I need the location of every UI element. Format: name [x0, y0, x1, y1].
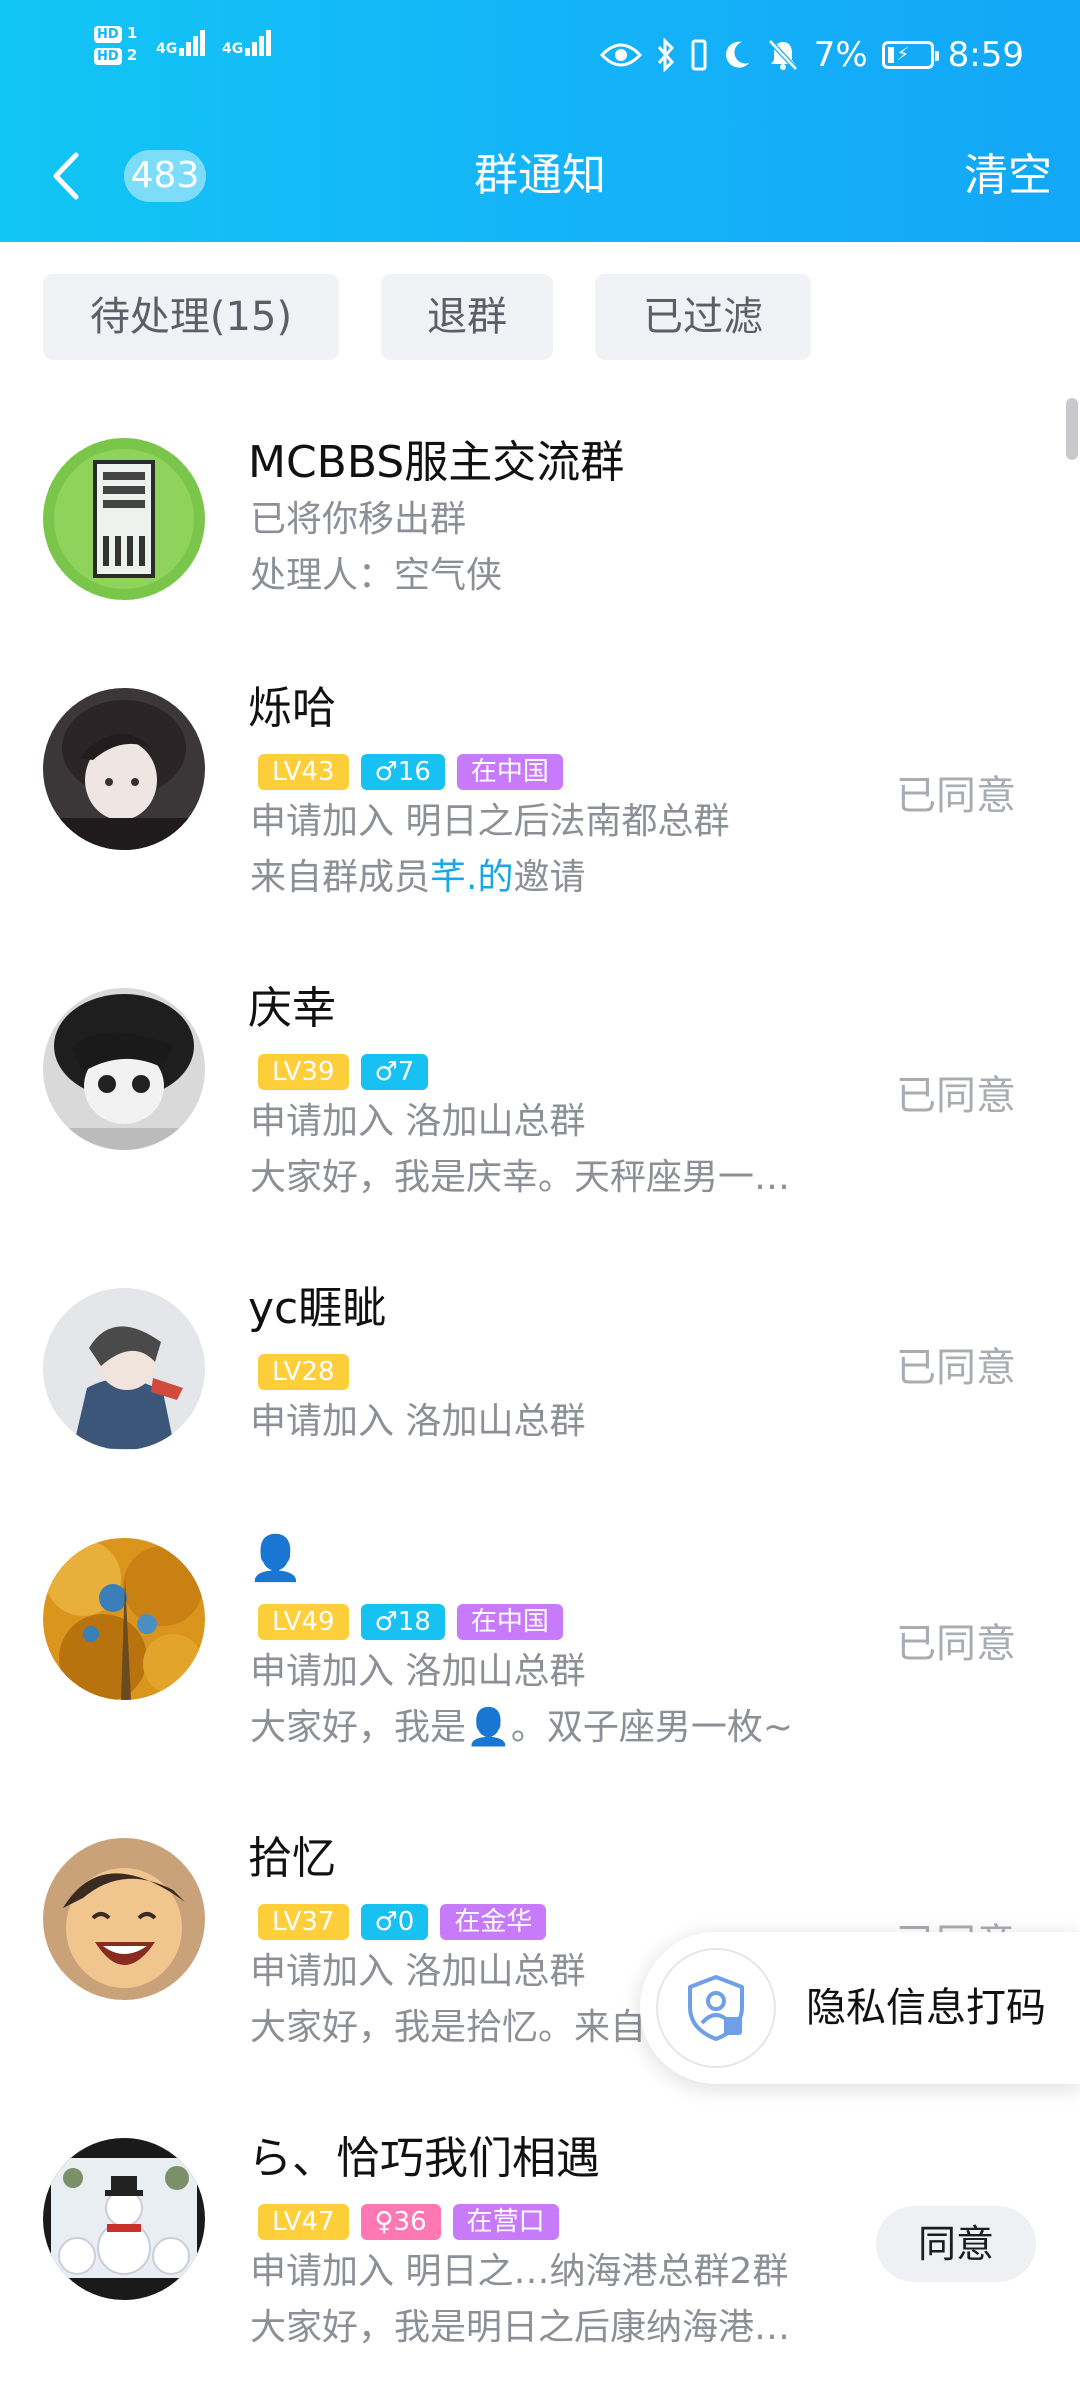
avatar [43, 2138, 205, 2300]
battery-charging-icon: ⚡ [881, 41, 939, 69]
level-badge: LV47 [258, 2204, 349, 2240]
status-icons: 7% ⚡ 8:59 [599, 30, 1024, 80]
status-label: 已同意 [896, 773, 1016, 819]
gender-age-badge: ♂0 [360, 1904, 429, 1940]
list-item[interactable]: 庆幸 LV39 ♂7 申请加入 洛加山总群 大家好，我是庆幸。天秤座男一… 已同… [0, 980, 1080, 1230]
filter-tabs: 待处理(15) 退群 已过滤 [43, 274, 811, 360]
gender-age-badge: ♀36 [360, 2204, 441, 2240]
location-badge: 在中国 [456, 1604, 563, 1640]
filter-pending[interactable]: 待处理(15) [43, 274, 339, 360]
avatar [43, 988, 205, 1150]
status-bar: HD 1 HD 2 4G 4G 7% ⚡ 8:59 [0, 0, 1080, 110]
user-badges: LV49 ♂18 在中国 [258, 1604, 563, 1640]
hd-icon: HD [94, 48, 122, 65]
avatar [43, 1838, 205, 2000]
notice-text: 已将你移出群 [250, 499, 467, 540]
shield-user-icon [688, 1975, 744, 2041]
avatar [43, 688, 205, 850]
list-item[interactable]: 👤 LV49 ♂18 在中国 申请加入 洛加山总群 大家好，我是👤。双子座男一枚… [0, 1530, 1080, 1780]
privacy-mask-label: 隐私信息打码 [806, 1985, 1046, 2031]
moon-icon [725, 41, 749, 68]
clock: 8:59 [947, 35, 1024, 75]
request-text: 申请加入 洛加山总群 [250, 1101, 586, 1142]
list-item[interactable]: 烁哈 LV43 ♂16 在中国 申请加入 明日之后法南都总群 来自群成员芊.的邀… [0, 680, 1080, 930]
level-badge: LV37 [258, 1904, 349, 1940]
request-text: 申请加入 洛加山总群 [250, 1951, 586, 1992]
location-badge: 在营口 [452, 2204, 559, 2240]
level-badge: LV49 [258, 1604, 349, 1640]
gender-age-badge: ♂16 [360, 754, 445, 790]
location-badge: 在金华 [440, 1904, 547, 1940]
signal-strength-icon: 4G [222, 30, 272, 56]
bluetooth-icon [657, 38, 674, 72]
request-text: 申请加入 洛加山总群 [250, 1401, 586, 1442]
page-title: 群通知 [474, 150, 606, 201]
list-item[interactable]: yc睚眦 LV28 申请加入 洛加山总群 已同意 [0, 1280, 1080, 1480]
user-badges: LV28 [258, 1354, 349, 1390]
filter-quit-group[interactable]: 退群 [381, 274, 553, 360]
avatar [43, 1538, 205, 1700]
request-text: 申请加入 明日之后法南都总群 [250, 801, 730, 842]
filter-filtered[interactable]: 已过滤 [595, 274, 811, 360]
app-header: HD 1 HD 2 4G 4G 7% ⚡ 8:59 483 群通知 清空 [0, 0, 1080, 242]
user-name: ら、恰巧我们相遇 [248, 2133, 600, 2184]
intro-text: 大家好，我是👤。双子座男一枚~ [250, 1707, 793, 1748]
clear-button[interactable]: 清空 [964, 144, 1052, 208]
user-name: yc睚眦 [248, 1283, 387, 1334]
hd-icon: HD [94, 26, 122, 43]
intro-text: 大家好，我是庆幸。天秤座男一… [250, 1157, 791, 1198]
sim-indicators: HD 1 HD 2 [94, 22, 137, 66]
battery-percentage: 7% [813, 35, 868, 75]
gender-age-badge: ♂18 [360, 1604, 445, 1640]
nav-bar: 483 群通知 清空 [0, 130, 1080, 222]
avatar [43, 1288, 205, 1450]
user-name: 庆幸 [248, 983, 336, 1034]
handler-text: 处理人：空气侠 [250, 555, 503, 596]
user-name: 👤 [248, 1533, 303, 1584]
location-badge: 在中国 [456, 754, 563, 790]
privacy-mask-button[interactable]: 隐私信息打码 [640, 1932, 1080, 2084]
user-badges: LV47 ♀36 在营口 [258, 2204, 559, 2240]
level-badge: LV28 [258, 1354, 349, 1390]
eye-icon [599, 43, 642, 67]
invite-text: 来自群成员芊.的邀请 [250, 857, 586, 898]
agree-button[interactable]: 同意 [876, 2206, 1036, 2282]
level-badge: LV39 [258, 1054, 349, 1090]
level-badge: LV43 [258, 754, 349, 790]
user-name: 烁哈 [248, 683, 336, 734]
list-item[interactable]: MCBBS服主交流群 已将你移出群 处理人：空气侠 [0, 430, 1080, 640]
mute-bell-icon [767, 39, 798, 71]
user-badges: LV37 ♂0 在金华 [258, 1904, 547, 1940]
inviter-link[interactable]: 芊.的 [430, 857, 513, 898]
request-text: 申请加入 明日之…纳海港总群2群 [250, 2251, 789, 2292]
intro-text: 大家好，我是拾忆。来自 [250, 2007, 647, 2048]
status-label: 已同意 [896, 1073, 1016, 1119]
avatar [43, 438, 205, 600]
group-name: MCBBS服主交流群 [248, 437, 625, 488]
intro-text: 大家好，我是明日之后康纳海港… [250, 2307, 791, 2348]
signal-strength-icon: 4G [156, 30, 206, 56]
user-name: 拾忆 [248, 1833, 336, 1884]
request-text: 申请加入 洛加山总群 [250, 1651, 586, 1692]
user-badges: LV43 ♂16 在中国 [258, 754, 563, 790]
status-label: 已同意 [896, 1621, 1016, 1667]
status-label: 已同意 [896, 1345, 1016, 1391]
vibrate-icon [691, 39, 707, 71]
gender-age-badge: ♂7 [360, 1054, 429, 1090]
list-item[interactable]: ら、恰巧我们相遇 LV47 ♀36 在营口 申请加入 明日之…纳海港总群2群 大… [0, 2130, 1080, 2380]
user-badges: LV39 ♂7 [258, 1054, 429, 1090]
